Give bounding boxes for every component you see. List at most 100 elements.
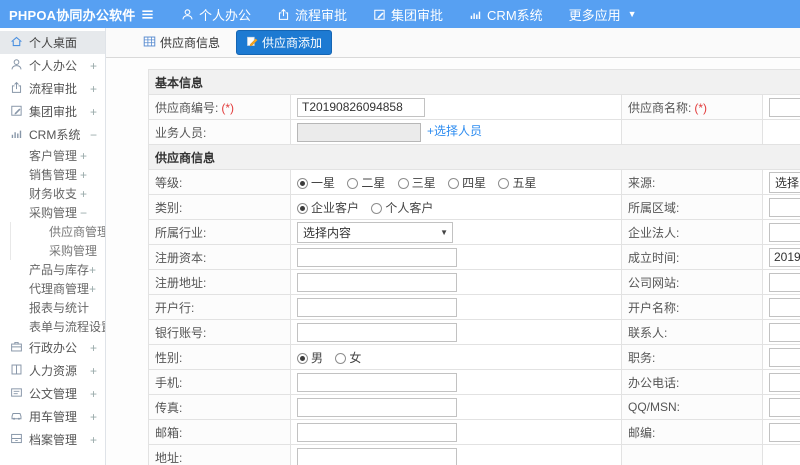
collapse-icon[interactable]: − — [80, 206, 97, 220]
sidebar-item-workflow-approval[interactable]: 流程审批 + — [0, 77, 105, 100]
expand-icon[interactable]: + — [90, 59, 97, 73]
radio-enterprise-customer[interactable]: 企业客户 — [297, 201, 359, 215]
select-personnel-link[interactable]: +选择人员 — [427, 124, 482, 138]
radio-male[interactable]: 男 — [297, 351, 323, 365]
sidebar-item-crm-system[interactable]: CRM系统 − — [0, 123, 105, 146]
industry-select[interactable]: 选择内容 ▼ — [297, 221, 453, 243]
office-phone-input[interactable] — [769, 372, 800, 392]
address-input[interactable] — [297, 447, 457, 465]
radio-personal-customer[interactable]: 个人客户 — [371, 201, 433, 215]
sidebar-item-reports-stats[interactable]: 报表与统计 — [0, 298, 105, 317]
expand-icon[interactable]: + — [90, 341, 97, 355]
label-source: 来源: — [621, 169, 763, 195]
expand-icon[interactable]: + — [90, 82, 97, 96]
expand-icon[interactable]: + — [80, 187, 97, 201]
sidebar-item-archive-mgmt[interactable]: 档案管理 + — [0, 428, 105, 451]
sidebar-item-form-workflow-settings[interactable]: 表单与流程设置 + — [0, 317, 105, 336]
sidebar-item-purchase-mgmt[interactable]: 采购管理 − — [0, 203, 105, 222]
email-input[interactable] — [297, 422, 457, 442]
bank-input[interactable] — [297, 297, 457, 317]
required-mark: (*) — [221, 100, 235, 115]
nav-personal-office[interactable]: 个人办公 — [181, 5, 251, 24]
sidebar-item-personal-desktop[interactable]: 个人桌面 — [0, 31, 105, 54]
sidebar-item-finance[interactable]: 财务收支 + — [0, 184, 105, 203]
source-select[interactable]: 选择内容▼ — [769, 171, 800, 193]
radio-level-2[interactable]: 二星 — [347, 176, 385, 190]
label-account-name: 开户名称: — [621, 294, 763, 320]
app-logo: PHPOA协同办公软件 — [9, 7, 136, 23]
radio-icon — [335, 352, 347, 364]
sidebar-item-group-approval[interactable]: 集团审批 + — [0, 100, 105, 123]
sidebar-item-customer-mgmt[interactable]: 客户管理 + — [0, 146, 105, 165]
mobile-input[interactable] — [297, 372, 457, 392]
zipcode-input[interactable] — [769, 422, 800, 442]
collapse-icon[interactable]: − — [90, 128, 97, 142]
legal-person-input[interactable] — [769, 222, 800, 242]
label-level: 等级: — [148, 169, 291, 195]
region-input[interactable] — [769, 197, 800, 217]
sidebar-item-admin-office[interactable]: 行政办公 + — [0, 336, 105, 359]
form-content: 基本信息 供应商编号:(*) 供应商名称:(*) 业务人员: +选择人员 供应商… — [106, 58, 800, 465]
supplier-name-input[interactable] — [769, 97, 800, 117]
label-supplier-name: 供应商名称: (*) — [621, 94, 763, 120]
expand-icon[interactable]: + — [80, 168, 97, 182]
sidebar-item-product-inventory[interactable]: 产品与库存 + — [0, 260, 105, 279]
tab-supplier-add[interactable]: 供应商添加 — [236, 30, 333, 55]
label-registered-capital: 注册资本: — [148, 244, 291, 270]
caret-down-icon: ▼ — [627, 9, 637, 19]
label-contact: 联系人: — [621, 319, 763, 345]
nav-group-approval[interactable]: 集团审批 — [373, 5, 443, 24]
briefcase-icon — [10, 340, 29, 356]
nav-workflow-approval[interactable]: 流程审批 — [277, 5, 347, 24]
sidebar-item-procurement-mgmt[interactable]: 采购管理 — [10, 241, 105, 260]
nav-crm-system[interactable]: CRM系统 — [469, 5, 543, 24]
expand-icon[interactable]: + — [90, 364, 97, 378]
tab-supplier-info[interactable]: 供应商信息 — [137, 31, 226, 54]
expand-icon[interactable]: + — [90, 105, 97, 119]
edit-icon — [10, 104, 29, 120]
sidebar-item-sales-mgmt[interactable]: 销售管理 + — [0, 165, 105, 184]
tab-bar: 供应商信息 供应商添加 — [106, 28, 800, 58]
expand-icon[interactable]: + — [89, 263, 105, 277]
account-name-input[interactable] — [769, 297, 800, 317]
position-input[interactable] — [769, 347, 800, 367]
nav-more-apps[interactable]: 更多应用 ▼ — [569, 5, 637, 24]
radio-level-1[interactable]: 一星 — [297, 176, 335, 190]
registered-capital-input[interactable] — [297, 247, 457, 267]
category-radio-group: 企业客户 个人客户 — [290, 194, 622, 220]
sidebar-item-document-mgmt[interactable]: 公文管理 + — [0, 382, 105, 405]
fax-input[interactable] — [297, 397, 457, 417]
bank-account-input[interactable] — [297, 322, 457, 342]
radio-level-5[interactable]: 五星 — [498, 176, 536, 190]
expand-icon[interactable]: + — [90, 433, 97, 447]
label-bank-account: 银行账号: — [148, 319, 291, 345]
label-address: 地址: — [148, 444, 291, 465]
qq-msn-input[interactable] — [769, 397, 800, 417]
sidebar-item-vehicle-mgmt[interactable]: 用车管理 + — [0, 405, 105, 428]
established-date-input[interactable] — [769, 247, 800, 267]
hamburger-menu-icon[interactable] — [140, 7, 155, 22]
expand-icon[interactable]: + — [89, 282, 105, 296]
sidebar-item-personal-office[interactable]: 个人办公 + — [0, 54, 105, 77]
expand-icon[interactable]: + — [80, 149, 97, 163]
sidebar-item-human-resources[interactable]: 人力资源 + — [0, 359, 105, 382]
sidebar-item-agent-mgmt[interactable]: 代理商管理 + — [0, 279, 105, 298]
contact-input[interactable] — [769, 322, 800, 342]
supplier-code-input[interactable] — [297, 97, 425, 117]
radio-icon — [297, 352, 308, 364]
expand-icon[interactable]: + — [90, 387, 97, 401]
radio-level-4[interactable]: 四星 — [448, 176, 486, 190]
label-mobile: 手机: — [148, 369, 291, 395]
radio-level-3[interactable]: 三星 — [397, 176, 436, 190]
add-edit-icon — [246, 35, 258, 50]
sidebar-item-supplier-mgmt[interactable]: 供应商管理 — [10, 222, 105, 241]
registered-address-input[interactable] — [297, 272, 457, 292]
website-input[interactable] — [769, 272, 800, 292]
expand-icon[interactable]: + — [90, 410, 97, 424]
archive-icon — [10, 432, 29, 448]
chart-icon — [10, 127, 29, 143]
label-registered-address: 注册地址: — [148, 269, 291, 295]
home-icon — [10, 35, 29, 51]
radio-female[interactable]: 女 — [335, 351, 361, 365]
salesman-input — [297, 122, 421, 142]
